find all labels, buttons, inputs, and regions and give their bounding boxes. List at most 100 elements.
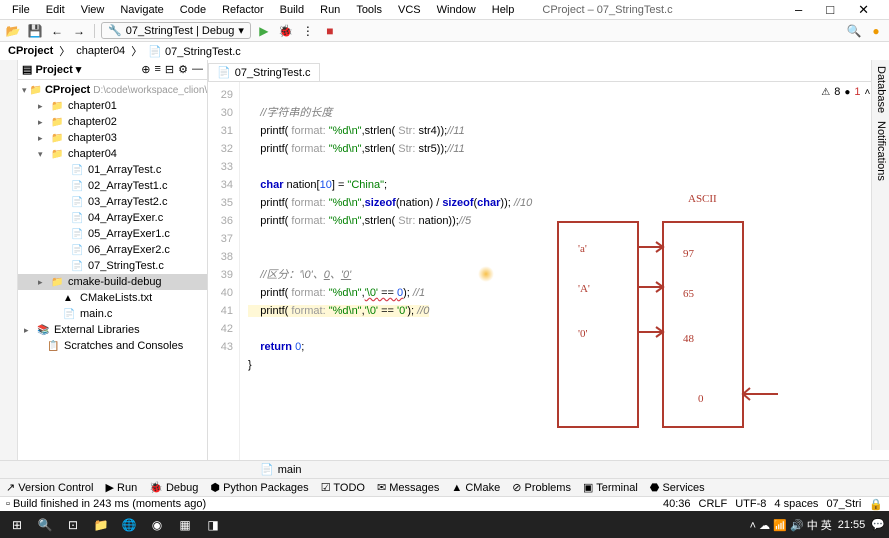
- tw-todo[interactable]: ☑ TODO: [321, 481, 365, 494]
- tree-file[interactable]: ▲CMakeLists.txt: [18, 290, 207, 306]
- profile-icon[interactable]: ●: [867, 22, 885, 40]
- tw-run[interactable]: ▶ Run: [106, 481, 138, 494]
- tree-build-dir[interactable]: ▸📁cmake-build-debug: [18, 274, 207, 290]
- project-tree[interactable]: ▾📁CProject D:\code\workspace_clion\CProj…: [18, 80, 207, 460]
- stop-icon[interactable]: ■: [321, 22, 339, 40]
- status-enc[interactable]: UTF-8: [735, 498, 766, 511]
- tw-cmake[interactable]: ▲ CMake: [451, 482, 500, 494]
- tree-file[interactable]: 📄02_ArrayTest1.c: [18, 178, 207, 194]
- tool-window-bar: ↗ Version Control ▶ Run 🐞 Debug ⬢ Python…: [0, 478, 889, 496]
- project-title: ▤ Project ▾: [22, 63, 81, 76]
- menu-refactor[interactable]: Refactor: [214, 2, 272, 18]
- menu-navigate[interactable]: Navigate: [112, 2, 171, 18]
- more-run-icon[interactable]: ⋮: [299, 22, 317, 40]
- subtab-main[interactable]: main: [278, 464, 302, 476]
- clock[interactable]: 21:55: [838, 519, 866, 531]
- close-icon[interactable]: ✕: [850, 0, 877, 20]
- editor-tabs: 📄 07_StringTest.c: [208, 60, 889, 82]
- tw-debug[interactable]: 🐞 Debug: [149, 481, 198, 494]
- file-subtabs: 📄 main: [0, 460, 889, 478]
- tb-edge-icon[interactable]: 🌐: [116, 514, 142, 536]
- crumb-project[interactable]: CProject: [8, 45, 53, 57]
- tb-taskview-icon[interactable]: ⊡: [60, 514, 86, 536]
- run-config-select[interactable]: 🔧 07_StringTest | Debug ▾: [101, 22, 251, 39]
- menu-run[interactable]: Run: [312, 2, 348, 18]
- tree-file[interactable]: 📄04_ArrayExer.c: [18, 210, 207, 226]
- tree-file[interactable]: 📄main.c: [18, 306, 207, 322]
- expand-all-icon[interactable]: ≡: [154, 63, 160, 76]
- tw-vcs[interactable]: ↗ Version Control: [6, 481, 94, 494]
- menu-code[interactable]: Code: [172, 2, 214, 18]
- open-icon[interactable]: 📂: [4, 22, 22, 40]
- tree-file[interactable]: 📄01_ArrayTest.c: [18, 162, 207, 178]
- tree-file[interactable]: 📄03_ArrayTest2.c: [18, 194, 207, 210]
- line-gutter: 293031323334353637383940414243: [208, 82, 240, 460]
- tree-dir[interactable]: ▸📁chapter02: [18, 114, 207, 130]
- tab-active[interactable]: 📄 07_StringTest.c: [208, 63, 320, 81]
- tree-dir[interactable]: ▸📁chapter03: [18, 130, 207, 146]
- tree-root[interactable]: ▾📁CProject D:\code\workspace_clion\CProj…: [18, 82, 207, 98]
- menu-vcs[interactable]: VCS: [390, 2, 429, 18]
- status-pos[interactable]: 40:36: [663, 498, 691, 511]
- tw-python[interactable]: ⬢ Python Packages: [210, 481, 308, 494]
- windows-taskbar: ⊞ 🔍 ⊡ 📁 🌐 ◉ ▦ ◨ ˄ ☁ 📶 🔊 中 英 21:55 💬: [0, 511, 889, 538]
- tray-icons[interactable]: ˄ ☁ 📶 🔊 中 英: [750, 517, 832, 533]
- tb-chrome-icon[interactable]: ◉: [144, 514, 170, 536]
- status-eol[interactable]: CRLF: [699, 498, 728, 511]
- tree-file[interactable]: 📄05_ArrayExer1.c: [18, 226, 207, 242]
- run-icon[interactable]: ▶: [255, 22, 273, 40]
- hide-icon[interactable]: —: [192, 63, 203, 76]
- notif-icon[interactable]: 💬: [871, 518, 885, 531]
- project-panel: ▤ Project ▾ ⊕ ≡ ⊟ ⚙ — ▾📁CProject D:\code…: [18, 60, 208, 460]
- rtab-notifications[interactable]: Notifications: [874, 121, 887, 181]
- tw-services[interactable]: ⬣ Services: [650, 481, 705, 494]
- crumb-file[interactable]: 📄 07_StringTest.c: [148, 45, 241, 58]
- back-icon[interactable]: ←: [48, 22, 66, 40]
- menu-window[interactable]: Window: [429, 2, 484, 18]
- maximize-icon[interactable]: □: [818, 0, 842, 20]
- tb-search-icon[interactable]: 🔍: [32, 514, 58, 536]
- collapse-icon[interactable]: ⊟: [165, 63, 174, 76]
- tw-messages[interactable]: ✉ Messages: [377, 481, 439, 494]
- menu-bar: File Edit View Navigate Code Refactor Bu…: [0, 0, 889, 20]
- tw-terminal[interactable]: ▣ Terminal: [583, 481, 638, 494]
- tb-app2-icon[interactable]: ◨: [200, 514, 226, 536]
- editor-area: 📄 07_StringTest.c 2930313233343536373839…: [208, 60, 889, 460]
- menu-build[interactable]: Build: [272, 2, 312, 18]
- debug-icon[interactable]: 🐞: [277, 22, 295, 40]
- tree-dir-open[interactable]: ▾📁chapter04: [18, 146, 207, 162]
- forward-icon[interactable]: →: [70, 22, 88, 40]
- search-icon[interactable]: 🔍: [845, 22, 863, 40]
- window-title: CProject – 07_StringTest.c: [534, 2, 680, 18]
- main-toolbar: 📂 💾 ← → 🔧 07_StringTest | Debug ▾ ▶ 🐞 ⋮ …: [0, 20, 889, 42]
- start-icon[interactable]: ⊞: [4, 514, 30, 536]
- status-bar: ▫ Build finished in 243 ms (moments ago)…: [0, 496, 889, 511]
- status-lock-icon[interactable]: 🔒: [869, 498, 883, 511]
- status-context[interactable]: 07_Stri: [826, 498, 861, 511]
- save-icon[interactable]: 💾: [26, 22, 44, 40]
- left-gutter: [0, 60, 18, 460]
- right-gutter: Database Notifications: [871, 60, 889, 450]
- menu-view[interactable]: View: [73, 2, 113, 18]
- tree-file[interactable]: 📄06_ArrayExer2.c: [18, 242, 207, 258]
- rtab-database[interactable]: Database: [874, 66, 887, 113]
- code-editor[interactable]: 293031323334353637383940414243 //字符串的长度 …: [208, 82, 889, 460]
- menu-tools[interactable]: Tools: [348, 2, 390, 18]
- crumb-folder[interactable]: chapter04: [76, 45, 125, 57]
- menu-file[interactable]: File: [4, 2, 38, 18]
- tree-dir[interactable]: ▸📁chapter01: [18, 98, 207, 114]
- status-indent[interactable]: 4 spaces: [774, 498, 818, 511]
- cursor-highlight: [478, 266, 494, 282]
- menu-help[interactable]: Help: [484, 2, 523, 18]
- breadcrumb: CProject 〉 chapter04 〉 📄 07_StringTest.c: [0, 42, 889, 60]
- minimize-icon[interactable]: –: [787, 0, 810, 20]
- tb-app-icon[interactable]: ▦: [172, 514, 198, 536]
- tb-explorer-icon[interactable]: 📁: [88, 514, 114, 536]
- menu-edit[interactable]: Edit: [38, 2, 73, 18]
- select-opened-icon[interactable]: ⊕: [141, 63, 150, 76]
- tw-problems[interactable]: ⊘ Problems: [512, 481, 571, 494]
- settings-icon[interactable]: ⚙: [178, 63, 188, 76]
- tree-file[interactable]: 📄07_StringTest.c: [18, 258, 207, 274]
- tree-scratches[interactable]: 📋Scratches and Consoles: [18, 338, 207, 354]
- tree-ext-libs[interactable]: ▸📚External Libraries: [18, 322, 207, 338]
